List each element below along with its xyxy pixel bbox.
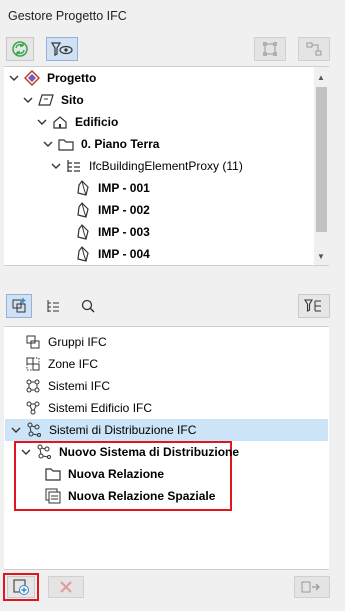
list-item-nuova-relazione-spaziale[interactable]: Nuova Relazione Spaziale — [44, 485, 215, 507]
distribution-system-icon — [35, 443, 53, 461]
folder-icon — [44, 465, 62, 483]
project-icon — [23, 69, 41, 87]
tree-item-edificio[interactable]: Edificio — [36, 111, 118, 133]
chevron-down-icon[interactable] — [10, 424, 22, 436]
tree-item-imp-001[interactable]: IMP - 001 — [74, 177, 150, 199]
add-assignment-tab[interactable] — [6, 294, 32, 318]
system-icon — [24, 377, 42, 395]
tree-item-piano-terra[interactable]: 0. Piano Terra — [42, 133, 159, 155]
tree-item-label: Sito — [61, 93, 84, 107]
storey-icon — [57, 135, 75, 153]
list-item-zone[interactable]: Zone IFC — [24, 353, 98, 375]
tree-item-label: 0. Piano Terra — [81, 137, 160, 151]
building-system-icon — [24, 399, 42, 417]
hierarchy-icon — [306, 42, 322, 56]
list-item-label: Zone IFC — [48, 357, 99, 371]
tree-item-imp-002[interactable]: IMP - 002 — [74, 199, 150, 221]
filter-tree-button[interactable] — [298, 294, 330, 318]
tree-item-label: IMP - 004 — [98, 247, 150, 261]
element-icon — [74, 179, 92, 197]
add-new-icon — [13, 579, 29, 595]
scrollbar-thumb[interactable] — [316, 87, 327, 232]
tree-item-label: Edificio — [75, 115, 119, 129]
tree-item-label: Progetto — [47, 71, 97, 85]
search-icon — [81, 299, 95, 313]
list-item-nuovo-sistema[interactable]: Nuovo Sistema di Distribuzione — [20, 441, 239, 463]
list-tab[interactable] — [46, 298, 62, 317]
list-item-label: Nuovo Sistema di Distribuzione — [59, 445, 240, 459]
tree-item-imp-003[interactable]: IMP - 003 — [74, 221, 150, 243]
building-icon — [51, 113, 69, 131]
delete-icon — [60, 581, 72, 593]
list-item-nuova-relazione[interactable]: Nuova Relazione — [44, 463, 164, 485]
list-item-label: Sistemi Edificio IFC — [48, 401, 153, 415]
hierarchy-button[interactable] — [298, 37, 330, 61]
chevron-down-icon[interactable] — [22, 94, 34, 106]
site-icon — [37, 91, 55, 109]
list-item-label: Nuova Relazione — [68, 467, 165, 481]
assign-button[interactable] — [294, 576, 330, 598]
tree-item-imp-004[interactable]: IMP - 004 — [74, 243, 150, 265]
tree-item-sito[interactable]: Sito — [22, 89, 84, 111]
element-icon — [74, 201, 92, 219]
list-item-label: Sistemi di Distribuzione IFC — [49, 423, 197, 437]
chevron-down-icon[interactable] — [50, 160, 62, 172]
list-item-label: Gruppi IFC — [48, 335, 107, 349]
search-tab[interactable] — [80, 298, 96, 317]
zone-icon — [24, 355, 42, 373]
scroll-up-icon[interactable]: ▲ — [317, 73, 325, 82]
refresh-button[interactable] — [6, 37, 34, 61]
list-item-sistemi-distribuzione[interactable]: Sistemi di Distribuzione IFC — [10, 419, 196, 441]
chevron-down-icon[interactable] — [20, 446, 32, 458]
tree-item-label: IfcBuildingElementProxy (11) — [89, 159, 243, 173]
scroll-down-icon[interactable]: ▼ — [317, 252, 325, 261]
list-item-sistemi[interactable]: Sistemi IFC — [24, 375, 110, 397]
chevron-down-icon[interactable] — [8, 72, 20, 84]
chevron-down-icon[interactable] — [42, 138, 54, 150]
title-bar: Gestore Progetto IFC — [0, 0, 345, 32]
tree-item-label: IMP - 003 — [98, 225, 150, 239]
chevron-down-icon[interactable] — [36, 116, 48, 128]
refresh-icon — [12, 41, 28, 57]
new-system-button[interactable] — [7, 576, 35, 598]
filter-tree-icon — [304, 299, 321, 312]
delete-button[interactable] — [48, 576, 84, 598]
assign-icon — [301, 581, 320, 593]
tree-item-label: IMP - 001 — [98, 181, 150, 195]
tree-scrollbar[interactable]: ▲ ▼ — [314, 67, 329, 265]
tree-item-label: IMP - 002 — [98, 203, 150, 217]
list-item-gruppi[interactable]: Gruppi IFC — [24, 331, 107, 353]
select-element-button[interactable] — [254, 37, 286, 61]
tree-item-proxy-type[interactable]: IfcBuildingElementProxy (11) — [50, 155, 243, 177]
add-group-icon — [12, 298, 26, 313]
list-item-label: Sistemi IFC — [48, 379, 111, 393]
element-icon — [74, 245, 92, 263]
window-title: Gestore Progetto IFC — [8, 9, 127, 23]
element-select-icon — [263, 42, 277, 56]
group-icon — [24, 333, 42, 351]
list-item-label: Nuova Relazione Spaziale — [68, 489, 216, 503]
filter-view-button[interactable] — [46, 37, 78, 61]
distribution-system-icon — [25, 421, 43, 439]
type-icon — [65, 157, 83, 175]
element-icon — [74, 223, 92, 241]
tree-item-progetto[interactable]: Progetto — [8, 67, 96, 89]
filter-view-icon — [51, 42, 73, 56]
spatial-relation-icon — [44, 487, 62, 505]
list-item-sistemi-edificio[interactable]: Sistemi Edificio IFC — [24, 397, 152, 419]
list-tree-icon — [47, 300, 59, 312]
